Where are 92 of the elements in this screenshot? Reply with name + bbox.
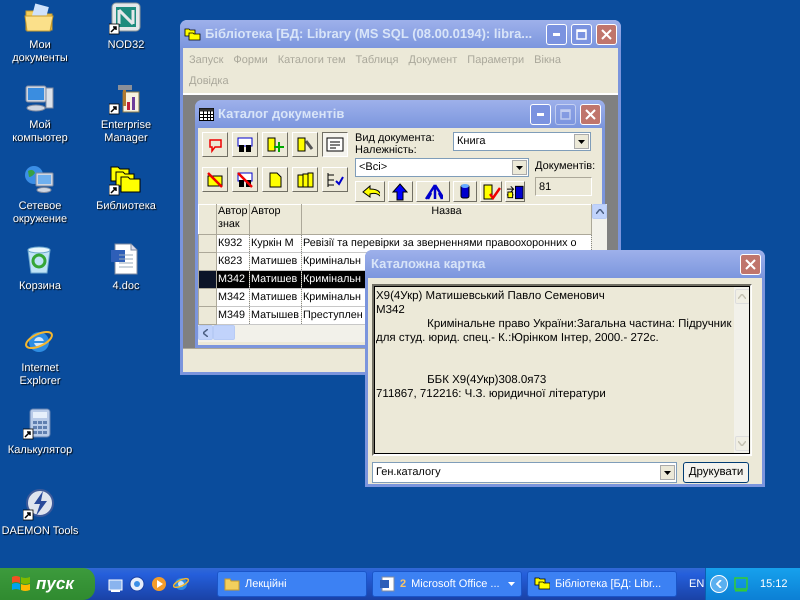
window-title: Каталог документів [218, 105, 346, 124]
card-text-area[interactable] [372, 284, 752, 456]
dropdown-arrow-icon [664, 470, 671, 474]
column-header[interactable]: Назва [302, 204, 592, 234]
row-indicator[interactable] [198, 270, 216, 288]
card-icon [326, 136, 344, 154]
document-count-field: 81 [535, 176, 592, 196]
navigation-button[interactable] [416, 181, 450, 202]
table-cell: М342 [216, 270, 250, 288]
show-hidden-icons-button[interactable] [710, 575, 728, 593]
word-document-icon [379, 576, 395, 592]
desktop-icon-label[interactable]: Корзина [19, 280, 61, 293]
window-title: Бібліотека [БД: Library (MS SQL (08.00.0194): libra... [205, 25, 534, 44]
crossed-folder-icon [206, 170, 224, 188]
close-button[interactable] [580, 104, 601, 124]
maximize-icon [560, 108, 571, 120]
navigation-button[interactable] [480, 181, 502, 202]
desktop-icon-label[interactable]: Калькулятор [8, 444, 72, 457]
dropdown-arrow-icon [508, 582, 515, 586]
quick-launch-button[interactable] [173, 576, 189, 592]
desktop-icon-label[interactable]: NOD32 [108, 39, 144, 52]
window-count: 2 [400, 576, 406, 592]
desktop-icon-label[interactable]: Мои документы [0, 39, 80, 65]
back-arrow-icon [360, 182, 380, 200]
desktop-icon-label[interactable]: 4.doc [112, 280, 140, 293]
chevron-icon [716, 580, 722, 588]
dropdown-arrow-icon [516, 166, 523, 170]
desktop-icon-label[interactable]: DAEMON Tools [2, 525, 78, 538]
close-button[interactable] [740, 254, 761, 274]
belonging-dropdown[interactable]: <Всі> [355, 158, 529, 177]
window-title: Каталожна картка [370, 255, 486, 274]
navigation-button[interactable] [505, 181, 525, 202]
column-header[interactable]: Автор [250, 204, 302, 234]
up-arrow-icon [391, 182, 410, 200]
field-label: Документів: [535, 159, 596, 174]
language-indicator[interactable]: EN [689, 576, 704, 592]
minimize-icon [537, 112, 544, 116]
quick-launch-button[interactable] [151, 576, 167, 592]
taskbar-button[interactable]: Лекційні [217, 571, 367, 597]
tree-icon [424, 182, 442, 200]
desktop-icon-label[interactable]: Библиотека [96, 200, 156, 213]
scrollbar-thumb[interactable] [213, 325, 235, 340]
windows-logo-icon [10, 574, 32, 594]
close-icon [585, 108, 596, 120]
check-icon [482, 182, 500, 200]
table-cell: М342 [216, 288, 250, 306]
close-icon [601, 28, 612, 40]
browser-icon [173, 576, 189, 592]
minimize-button[interactable] [530, 104, 551, 124]
navigation-button[interactable] [388, 181, 413, 202]
navigation-button[interactable] [355, 181, 385, 202]
desktop-icon-label[interactable]: Мой компьютер [0, 119, 80, 145]
table-cell: Матишев [250, 270, 302, 288]
list-icon [326, 170, 344, 188]
table-cell: Куркін М [250, 234, 302, 252]
minimize-button[interactable] [546, 24, 567, 44]
maximize-icon [576, 28, 587, 40]
navigation-button[interactable] [453, 181, 477, 202]
folders-icon [534, 576, 550, 592]
table-cell: К823 [216, 252, 250, 270]
columns-icon [296, 170, 314, 188]
toolbar-button[interactable] [322, 132, 348, 157]
close-icon [745, 258, 756, 270]
folders-icon [184, 27, 201, 41]
add-record-icon [266, 136, 284, 154]
maximize-button[interactable] [571, 24, 592, 44]
field-label: Вид документа: [355, 132, 436, 144]
clock: 15:12 [760, 576, 788, 592]
catalog-dropdown[interactable]: Ген.каталогу [372, 462, 677, 483]
cylinder-icon [460, 184, 470, 199]
table-icon [199, 108, 214, 120]
table-cell: Матишев [250, 288, 302, 306]
table-cell: К932 [216, 234, 250, 252]
desktop-icon-label[interactable]: Сетевое окружение [0, 200, 80, 226]
desktop-icon-label[interactable]: Enterprise Manager [86, 119, 166, 145]
desktop-icon-label[interactable]: Internet Explorer [0, 362, 80, 388]
media-player-icon [151, 576, 167, 592]
folder-icon [224, 576, 240, 592]
table-cell: Матишев [250, 252, 302, 270]
table-cell: Матышев [250, 306, 302, 324]
table-cell: М349 [216, 306, 250, 324]
column-header[interactable]: Автор знак [216, 204, 250, 234]
document-type-dropdown[interactable]: Книга [453, 132, 591, 151]
start-button[interactable]: пуск [0, 568, 95, 600]
minimize-icon [553, 32, 560, 36]
close-button[interactable] [596, 24, 617, 44]
dropdown-arrow-icon [578, 140, 585, 144]
print-button[interactable]: Друкувати [683, 462, 749, 483]
taskbar-button[interactable]: Бібліотека [БД: Libr... [527, 571, 677, 597]
field-label: Належність: [355, 144, 418, 156]
row-header [198, 204, 216, 234]
taskbar-button[interactable]: 2 Microsoft Office ... [372, 571, 522, 597]
